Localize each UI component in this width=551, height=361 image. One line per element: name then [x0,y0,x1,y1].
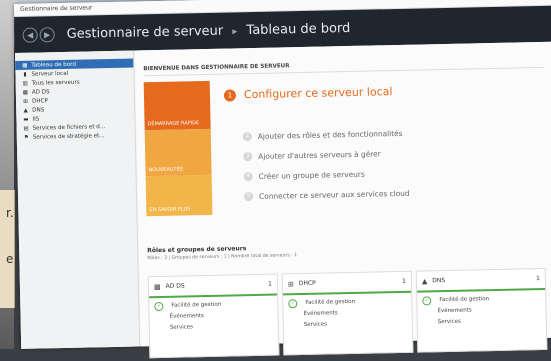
sidebar-item-label: Services de fichiers et d... [32,123,106,132]
status-ok-icon: ✓ [288,299,298,309]
sticky-note-line: r. [6,206,14,220]
forward-button[interactable]: ▶ [39,26,55,42]
breadcrumb-separator: ▸ [232,25,238,37]
task-number: 5 [243,192,254,202]
role-card-name: DNS [432,277,446,285]
breadcrumb-current: Tableau de bord [246,20,351,38]
tile-whats-new[interactable]: NOUVEAUTÉS [144,128,212,177]
task-label: Ajouter d'autres serveurs à gérer [258,149,381,161]
role-card-count: 1 [535,275,540,283]
task-number: 2 [242,132,252,142]
sidebar: ▦ Tableau de bord ▮ Serveur local ▥ Tous… [15,50,141,349]
status-ok-icon: ✓ [422,296,432,306]
sidebar-item-label: Services de stratégie et... [32,132,105,141]
back-button[interactable]: ◀ [22,27,38,43]
task-add-roles[interactable]: 2 Ajouter des rôles et des fonctionnalit… [242,128,403,142]
task-connect-cloud[interactable]: 5 Connecter ce serveur aux services clou… [243,188,410,202]
role-card-row-label: Facilité de gestion [439,296,490,304]
task-label: Connecter ce serveur aux services cloud [258,188,410,201]
dashboard-main: BIENVENUE DANS GESTIONNAIRE DE SERVEUR D… [134,41,551,359]
sidebar-item-label: Serveur local [31,70,69,78]
server-manager-window: Gestionnaire de serveur ◀ ▶ Gestionnaire… [14,0,551,359]
sidebar-item-label: DHCP [31,97,48,105]
role-card-count: 1 [268,280,272,288]
sticky-note-line: e [6,252,14,266]
status-ok-icon: ✓ [154,301,164,312]
file-services-icon: ▤ [23,125,29,132]
sidebar-item-label: AD DS [31,88,50,96]
breadcrumb-root[interactable]: Gestionnaire de serveur [66,23,223,41]
iis-icon: ▬ [23,116,29,123]
task-label: Créer un groupe de serveurs [258,169,365,181]
servers-icon: ▥ [22,80,28,87]
role-card-row-label: Facilité de gestion [305,298,356,306]
dashboard-icon: ▦ [22,62,28,69]
role-card-ad-ds[interactable]: ▩ AD DS 1 ✓ Facilité de gestion Événemen… [147,273,280,359]
sidebar-item-label: Tableau de bord [31,61,77,69]
task-label: Ajouter des rôles et des fonctionnalités [257,128,403,141]
role-card-name: AD DS [165,282,185,290]
tile-learn-more[interactable]: EN SAVOIR PLUS [145,174,213,217]
dns-icon: ▲ [421,276,428,286]
role-card-dns[interactable]: ▲ DNS 1 ✓ Facilité de gestion Événements… [415,267,548,353]
sidebar-item-label: IIS [32,115,40,123]
roles-summary: Rôles : 3 | Groupes de serveurs : 1 | No… [147,253,298,262]
tile-quick-start[interactable]: DÉMARRAGE RAPIDE [143,80,211,131]
task-add-servers[interactable]: 3 Ajouter d'autres serveurs à gérer [243,149,381,162]
role-card-dhcp[interactable]: ⊞ DHCP 1 ✓ Facilité de gestion Événement… [281,270,414,356]
task-number: 4 [243,172,253,182]
role-card-row-services[interactable]: Services [170,321,278,334]
sidebar-item-policy[interactable]: ⚑ Services de stratégie et... [17,131,135,142]
task-number: 3 [243,152,253,162]
sidebar-item-label: DNS [32,106,45,114]
tile-label: EN SAVOIR PLUS [149,206,191,214]
role-card-header: ▩ AD DS 1 [148,274,278,299]
task-label: Configurer ce serveur local [243,85,393,102]
task-create-server-group[interactable]: 4 Créer un groupe de serveurs [243,169,365,182]
breadcrumb: Gestionnaire de serveur ▸ Tableau de bor… [66,20,350,41]
role-card-header: ⊞ DHCP 1 [282,271,412,296]
roles-title: Rôles et groupes de serveurs [147,245,247,255]
role-card-header: ▲ DNS 1 [416,268,546,293]
dhcp-icon: ⊞ [23,98,28,105]
tile-label: DÉMARRAGE RAPIDE [147,120,200,128]
server-icon: ▮ [23,71,27,78]
role-card-count: 1 [401,277,406,285]
role-card-row-services[interactable]: Services [304,318,412,331]
dns-icon: ▲ [23,107,28,114]
role-card-row-services[interactable]: Services [438,315,546,328]
task-configure-local-server[interactable]: 1 Configurer ce serveur local [223,85,393,102]
sidebar-item-label: Tous les serveurs [31,79,80,87]
role-card-name: DHCP [298,279,316,288]
role-card-row-label: Facilité de gestion [171,301,222,309]
policy-icon: ⚑ [23,134,29,141]
tile-label: NOUVEAUTÉS [148,166,183,174]
ad-ds-icon: ▩ [153,282,161,291]
ad-ds-icon: ▩ [22,89,29,96]
welcome-tiles: DÉMARRAGE RAPIDE NOUVEAUTÉS EN SAVOIR PL… [143,80,213,217]
dhcp-icon: ⊞ [287,279,294,288]
task-number: 1 [223,88,237,102]
sticky-note: r. e [0,190,15,308]
